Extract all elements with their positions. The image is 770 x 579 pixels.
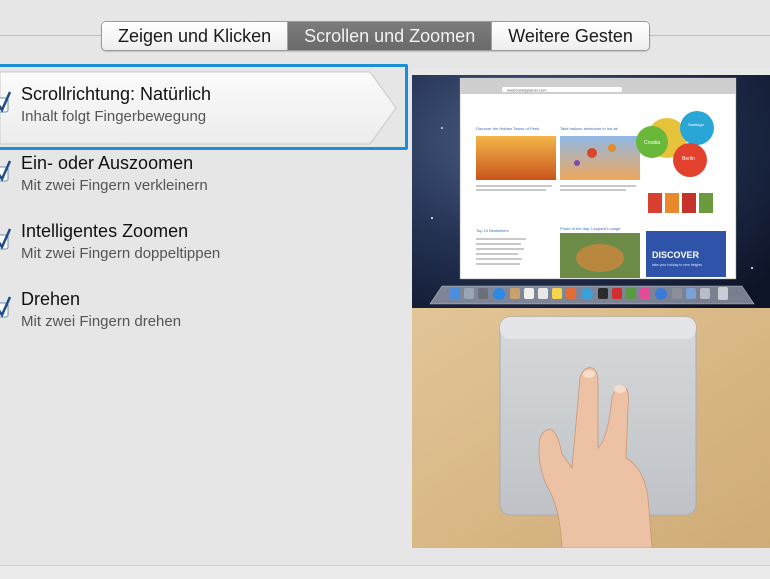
option-title: Scrollrichtung: Natürlich xyxy=(21,84,212,104)
svg-text:Take balloon adventure in hot: Take balloon adventure in hot air xyxy=(560,126,618,131)
svg-text:Discover the Hidden Towns of P: Discover the Hidden Towns of Paris xyxy=(476,126,539,131)
svg-text:Berlin: Berlin xyxy=(682,156,695,162)
option-zoom-in-out[interactable]: Ein- oder Auszoomen Mit zwei Fingern ver… xyxy=(0,139,400,215)
checkbox-checked-icon[interactable] xyxy=(0,90,12,116)
checkbox-checked-icon[interactable] xyxy=(0,295,12,321)
svg-text:Santiago: Santiago xyxy=(688,122,705,127)
checkbox-checked-icon[interactable] xyxy=(0,159,12,185)
svg-text:Top 10 Bestsellers: Top 10 Bestsellers xyxy=(476,228,509,233)
option-smart-zoom[interactable]: Intelligentes Zoomen Mit zwei Fingern do… xyxy=(0,207,400,283)
browser-url: www.lonelyplanet.com xyxy=(507,88,547,93)
ad-headline: DISCOVER xyxy=(652,250,700,260)
tab-scrollen-und-zoomen[interactable]: Scrollen und Zoomen xyxy=(288,22,493,50)
preview-illustration: www.lonelyplanet.com Discover the Hidden… xyxy=(412,68,770,548)
window-bottom-bar xyxy=(0,565,770,579)
option-subtitle: Mit zwei Fingern drehen xyxy=(21,313,182,330)
option-title: Intelligentes Zoomen xyxy=(21,221,189,241)
svg-text:Croatia: Croatia xyxy=(644,140,660,146)
svg-text:take your holiday to new heigh: take your holiday to new heights xyxy=(652,263,702,267)
option-title: Drehen xyxy=(21,289,81,309)
option-scroll-direction[interactable]: Scrollrichtung: Natürlich Inhalt folgt F… xyxy=(0,70,400,146)
option-subtitle: Mit zwei Fingern doppeltippen xyxy=(21,245,221,262)
option-subtitle: Inhalt folgt Fingerbewegung xyxy=(21,108,207,125)
option-title: Ein- oder Auszoomen xyxy=(21,153,194,173)
option-subtitle: Mit zwei Fingern verkleinern xyxy=(21,177,208,194)
gesture-preview-video: www.lonelyplanet.com Discover the Hidden… xyxy=(412,68,770,548)
option-rotate[interactable]: Drehen Mit zwei Fingern drehen xyxy=(0,275,400,351)
tab-zeigen-und-klicken[interactable]: Zeigen und Klicken xyxy=(102,22,289,50)
svg-text:Photo of the day: Leopard Loun: Photo of the day: Leopard Lounge xyxy=(560,226,621,231)
gesture-category-tabs: Zeigen und Klicken Scrollen und Zoomen W… xyxy=(101,21,650,51)
tab-weitere-gesten[interactable]: Weitere Gesten xyxy=(492,22,649,50)
checkbox-checked-icon[interactable] xyxy=(0,227,12,253)
